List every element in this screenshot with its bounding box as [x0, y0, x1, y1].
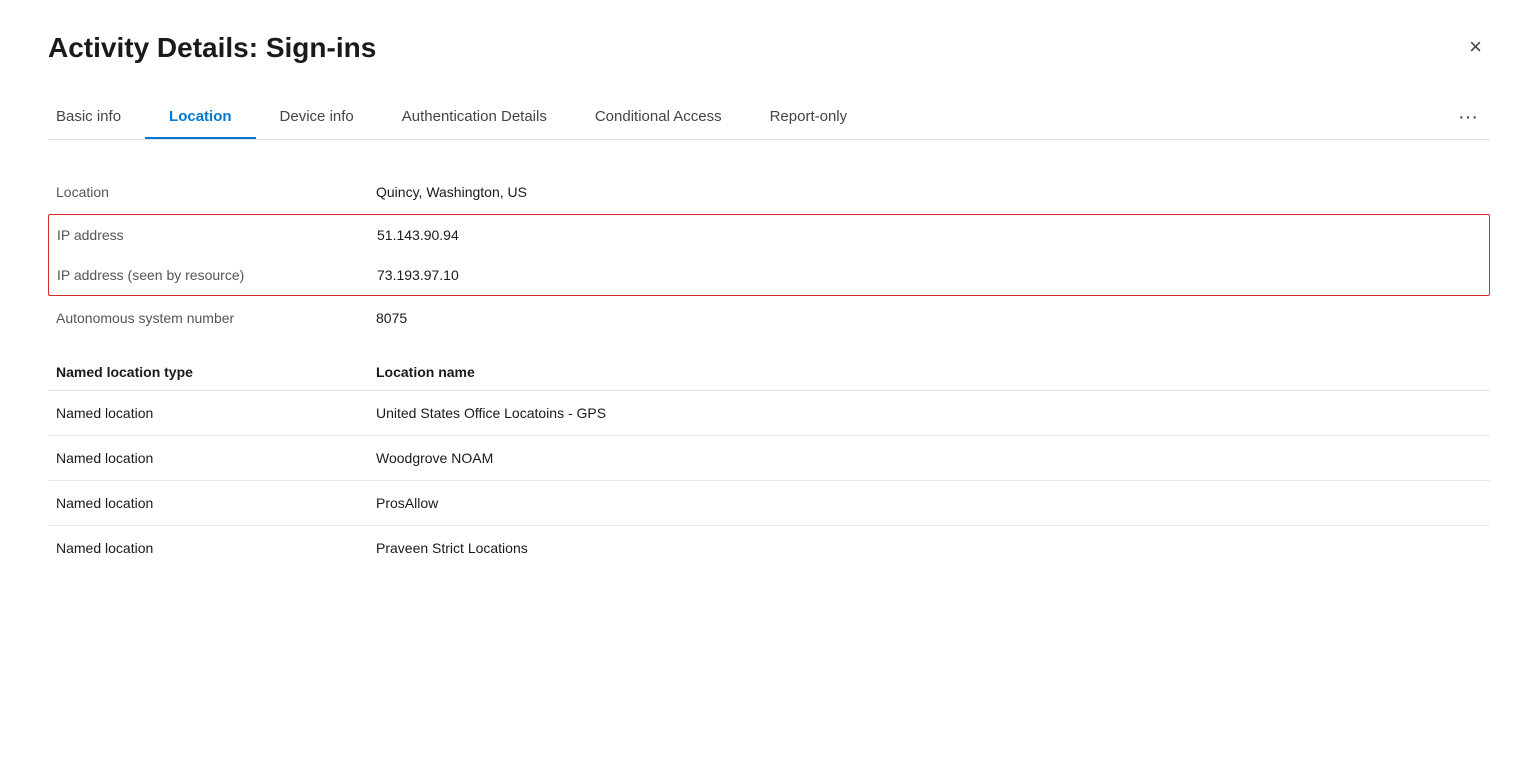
location-row: Location Quincy, Washington, US [48, 172, 1490, 212]
close-button[interactable]: × [1461, 32, 1490, 62]
named-location-table: Named location type Location name Named … [48, 354, 1490, 570]
col1-header: Named location type [56, 364, 376, 380]
asn-label: Autonomous system number [56, 310, 376, 326]
row4-type: Named location [56, 540, 376, 556]
ip-address-value: 51.143.90.94 [377, 227, 459, 243]
location-value: Quincy, Washington, US [376, 184, 527, 200]
ip-address-row: IP address 51.143.90.94 [49, 215, 1489, 255]
tab-basic-info[interactable]: Basic info [48, 96, 145, 139]
ip-address-label: IP address [57, 227, 377, 243]
row1-name: United States Office Locatoins - GPS [376, 405, 1482, 421]
panel-title: Activity Details: Sign-ins [48, 32, 376, 64]
tab-report-only[interactable]: Report-only [746, 96, 872, 139]
ip-address-resource-value: 73.193.97.10 [377, 267, 459, 283]
row2-type: Named location [56, 450, 376, 466]
ip-address-resource-label: IP address (seen by resource) [57, 267, 377, 283]
row3-type: Named location [56, 495, 376, 511]
col2-header: Location name [376, 364, 1482, 380]
tab-content: Location Quincy, Washington, US IP addre… [48, 164, 1490, 578]
panel-header: Activity Details: Sign-ins × [48, 32, 1490, 64]
asn-row: Autonomous system number 8075 [48, 298, 1490, 338]
table-row: Named location Praveen Strict Locations [48, 526, 1490, 570]
row3-name: ProsAllow [376, 495, 1482, 511]
row1-type: Named location [56, 405, 376, 421]
row2-name: Woodgrove NOAM [376, 450, 1482, 466]
tab-conditional-access[interactable]: Conditional Access [571, 96, 746, 139]
activity-details-panel: Activity Details: Sign-ins × Basic info … [0, 0, 1538, 762]
row4-name: Praveen Strict Locations [376, 540, 1482, 556]
table-row: Named location ProsAllow [48, 481, 1490, 526]
ip-address-resource-row: IP address (seen by resource) 73.193.97.… [49, 255, 1489, 295]
location-label: Location [56, 184, 376, 200]
tab-authentication-details[interactable]: Authentication Details [378, 96, 571, 139]
table-row: Named location United States Office Loca… [48, 391, 1490, 436]
table-row: Named location Woodgrove NOAM [48, 436, 1490, 481]
tab-device-info[interactable]: Device info [256, 96, 378, 139]
table-header: Named location type Location name [48, 354, 1490, 391]
more-tabs-button[interactable]: ··· [1446, 98, 1490, 137]
tab-location[interactable]: Location [145, 96, 256, 139]
asn-value: 8075 [376, 310, 407, 326]
ip-address-highlight-box: IP address 51.143.90.94 IP address (seen… [48, 214, 1490, 296]
tab-bar: Basic info Location Device info Authenti… [48, 96, 1490, 140]
